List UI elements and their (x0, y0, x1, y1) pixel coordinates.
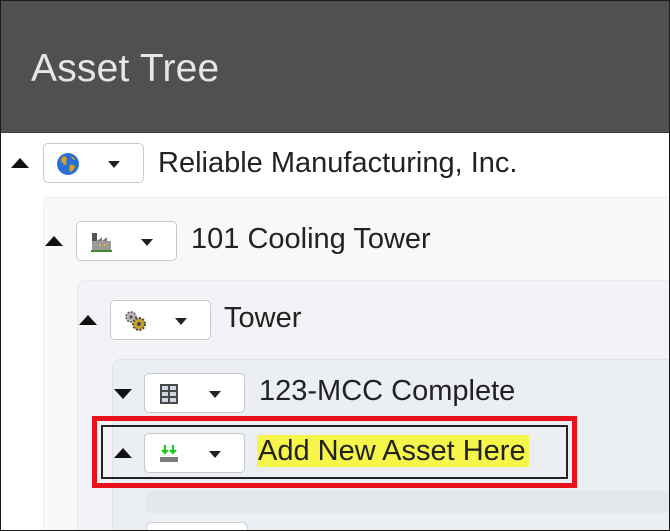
add-asset-icon (160, 445, 178, 462)
node-menu-dropdown[interactable] (76, 221, 177, 261)
tree-node-reliable-manufacturing[interactable]: Reliable Manufacturing, Inc. (1, 141, 669, 185)
node-menu-dropdown[interactable] (43, 143, 144, 183)
highlighted-label-text: Add New Asset Here (257, 435, 529, 467)
panel-title: Asset Tree (31, 47, 220, 90)
tree-node-tower[interactable]: Tower (1, 298, 669, 342)
node-menu-dropdown[interactable] (144, 373, 245, 413)
tree-node-mcc-complete[interactable]: 123-MCC Complete (1, 371, 669, 415)
chevron-down-icon (175, 318, 187, 325)
node-label: Tower (224, 302, 302, 334)
tree-level-4-bg (146, 491, 669, 513)
chevron-down-icon (209, 391, 221, 398)
node-label: 101 Cooling Tower (191, 223, 431, 255)
expand-toggle-icon[interactable] (114, 389, 132, 399)
node-menu-dropdown[interactable] (144, 433, 245, 473)
chevron-down-icon (141, 239, 153, 246)
node-menu-dropdown[interactable] (110, 300, 211, 340)
next-item-stub (146, 522, 248, 530)
node-label: Reliable Manufacturing, Inc. (158, 147, 518, 179)
tree-node-cooling-tower[interactable]: 101 Cooling Tower (1, 219, 669, 263)
collapse-toggle-icon[interactable] (114, 448, 132, 458)
globe-icon (57, 153, 79, 175)
asset-tree-panel: Asset Tree Reliable Manufacturing, Inc. (0, 0, 670, 531)
cabinet-icon (160, 384, 178, 404)
gears-icon (125, 311, 146, 331)
node-label: Add New Asset Here (257, 435, 529, 468)
tree-node-add-new-asset[interactable]: Add New Asset Here (1, 431, 669, 475)
panel-header: Asset Tree (1, 1, 669, 133)
collapse-toggle-icon[interactable] (79, 315, 97, 325)
chevron-down-icon (209, 451, 221, 458)
chevron-down-icon (108, 161, 120, 168)
collapse-toggle-icon[interactable] (45, 236, 63, 246)
collapse-toggle-icon[interactable] (11, 158, 29, 168)
factory-icon (91, 233, 112, 252)
node-label: 123-MCC Complete (259, 375, 516, 407)
